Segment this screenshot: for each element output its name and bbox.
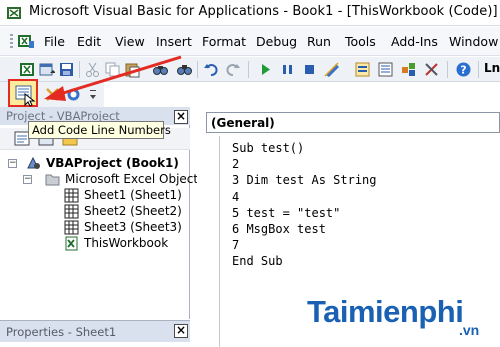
menu-debug[interactable]: Debug xyxy=(256,34,297,49)
properties-window-icon[interactable] xyxy=(377,61,394,78)
svg-text:?: ? xyxy=(460,64,466,77)
menu-addins[interactable]: Add-Ins xyxy=(391,34,438,49)
toolbar-separator xyxy=(197,61,198,78)
tree-collapse-toggle[interactable]: − xyxy=(23,175,32,184)
object-combo[interactable]: (General) xyxy=(206,112,500,133)
find-replace-icon[interactable] xyxy=(176,61,193,78)
break-icon[interactable] xyxy=(279,61,296,78)
toolbar-separator xyxy=(248,61,249,78)
code-line[interactable]: 7 xyxy=(232,238,239,252)
redo-icon[interactable] xyxy=(224,61,241,78)
code-line[interactable]: 2 xyxy=(232,157,239,171)
remove-line-numbers-icon[interactable] xyxy=(44,86,61,103)
toolbox-icon[interactable] xyxy=(423,61,440,78)
object-combo-value: (General) xyxy=(211,116,275,130)
menu-file[interactable]: File xyxy=(44,34,65,49)
watermark-suffix: .vn xyxy=(459,322,480,338)
tree-label: Sheet3 (Sheet3) xyxy=(84,220,182,234)
cursor-line-indicator: Ln xyxy=(484,61,500,75)
tree-label: Sheet1 (Sheet1) xyxy=(84,188,182,202)
standard-toolbar: ? xyxy=(0,57,500,82)
menu-run[interactable]: Run xyxy=(307,34,331,49)
tree-label: Sheet2 (Sheet2) xyxy=(84,204,182,218)
add-line-numbers-tooltip: Add Code Line Numbers xyxy=(28,121,171,139)
worksheet-icon xyxy=(64,220,79,235)
excel-view-icon[interactable] xyxy=(17,33,35,50)
vba-app-icon xyxy=(7,7,21,19)
menu-tools[interactable]: Tools xyxy=(345,34,376,49)
menu-bar: File Edit View Insert Format Debug Run Tools Add… xyxy=(0,27,500,56)
object-browser-icon[interactable] xyxy=(400,61,417,78)
code-line[interactable]: 6 MsgBox test xyxy=(232,222,326,236)
run-icon[interactable] xyxy=(257,61,274,78)
menu-edit[interactable]: Edit xyxy=(77,34,101,49)
tree-label: VBAProject (Book1) xyxy=(46,156,179,170)
code-line[interactable]: 4 xyxy=(232,190,239,204)
menu-window[interactable]: Window xyxy=(449,34,498,49)
insert-module-icon[interactable] xyxy=(38,61,55,78)
window-title: Microsoft Visual Basic for Applications … xyxy=(29,4,498,19)
save-icon[interactable] xyxy=(58,61,75,78)
code-margin[interactable] xyxy=(200,136,220,347)
menu-format[interactable]: Format xyxy=(202,34,246,49)
vbaproject-icon xyxy=(27,156,40,169)
toolbar-separator xyxy=(478,61,479,78)
folder-icon xyxy=(45,174,60,186)
menubar-grip[interactable] xyxy=(10,34,13,48)
worksheet-icon xyxy=(64,204,79,219)
code-line[interactable]: End Sub xyxy=(232,254,283,268)
find-icon[interactable] xyxy=(152,61,169,78)
title-bar: Microsoft Visual Basic for Applications … xyxy=(0,0,500,26)
reset-icon[interactable] xyxy=(301,61,318,78)
toolbar-options-dropdown[interactable] xyxy=(88,88,98,102)
paste-icon[interactable] xyxy=(124,61,141,78)
toolbar-separator xyxy=(79,61,80,78)
worksheet-icon xyxy=(64,188,79,203)
menu-view[interactable]: View xyxy=(115,34,145,49)
tree-label: Microsoft Excel Objects xyxy=(65,172,205,186)
properties-panel-header: Properties - Sheet1 xyxy=(0,320,190,342)
tree-collapse-toggle[interactable]: − xyxy=(8,159,17,168)
help-icon[interactable]: ? xyxy=(455,61,472,78)
code-line[interactable]: Sub test() xyxy=(232,141,304,155)
tree-label: ThisWorkbook xyxy=(84,236,169,250)
watermark-logo: Taimienphi xyxy=(307,294,464,329)
project-explorer-icon[interactable] xyxy=(354,61,371,78)
workbook-icon xyxy=(65,236,78,251)
project-close-button[interactable]: × xyxy=(174,110,188,124)
add-line-numbers-button[interactable] xyxy=(8,79,38,107)
undo-icon[interactable] xyxy=(203,61,220,78)
menu-insert[interactable]: Insert xyxy=(156,34,192,49)
properties-title: Properties - Sheet1 xyxy=(6,325,117,339)
excel-icon[interactable] xyxy=(19,61,36,78)
toolbar-separator xyxy=(447,61,448,78)
code-line[interactable]: 3 Dim test As String xyxy=(232,173,377,187)
copy-icon[interactable] xyxy=(104,61,121,78)
refresh-icon[interactable] xyxy=(65,86,82,103)
cut-icon[interactable] xyxy=(84,61,101,78)
properties-close-button[interactable]: × xyxy=(174,324,188,338)
code-line[interactable]: 5 test = "test" xyxy=(232,206,340,220)
design-mode-icon[interactable] xyxy=(324,61,341,78)
mouse-cursor-icon xyxy=(24,93,36,107)
